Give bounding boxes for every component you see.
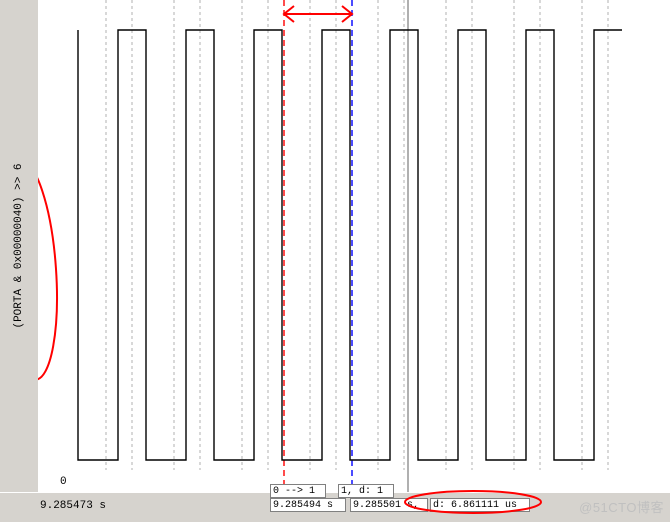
watermark: @51CTO博客 bbox=[579, 497, 664, 516]
cursor-delta: d: 6.861111 us bbox=[430, 498, 530, 512]
signal-name-panel: (PORTA & 0x00000040) >> 6 bbox=[0, 0, 39, 492]
signal-name-label: (PORTA & 0x00000040) >> 6 bbox=[13, 163, 25, 328]
cursor-a-time: 9.285494 s bbox=[270, 498, 346, 512]
waveform-plot[interactable] bbox=[38, 0, 670, 492]
cursor-a-transition: 0 --> 1 bbox=[270, 484, 326, 498]
cursor-b-time: 9.285501 s, bbox=[350, 498, 428, 512]
y-axis-zero-label: 0 bbox=[60, 476, 67, 488]
cursor-b-transition: 1, d: 1 bbox=[338, 484, 394, 498]
current-time-readout: 9.285473 s bbox=[40, 500, 106, 512]
